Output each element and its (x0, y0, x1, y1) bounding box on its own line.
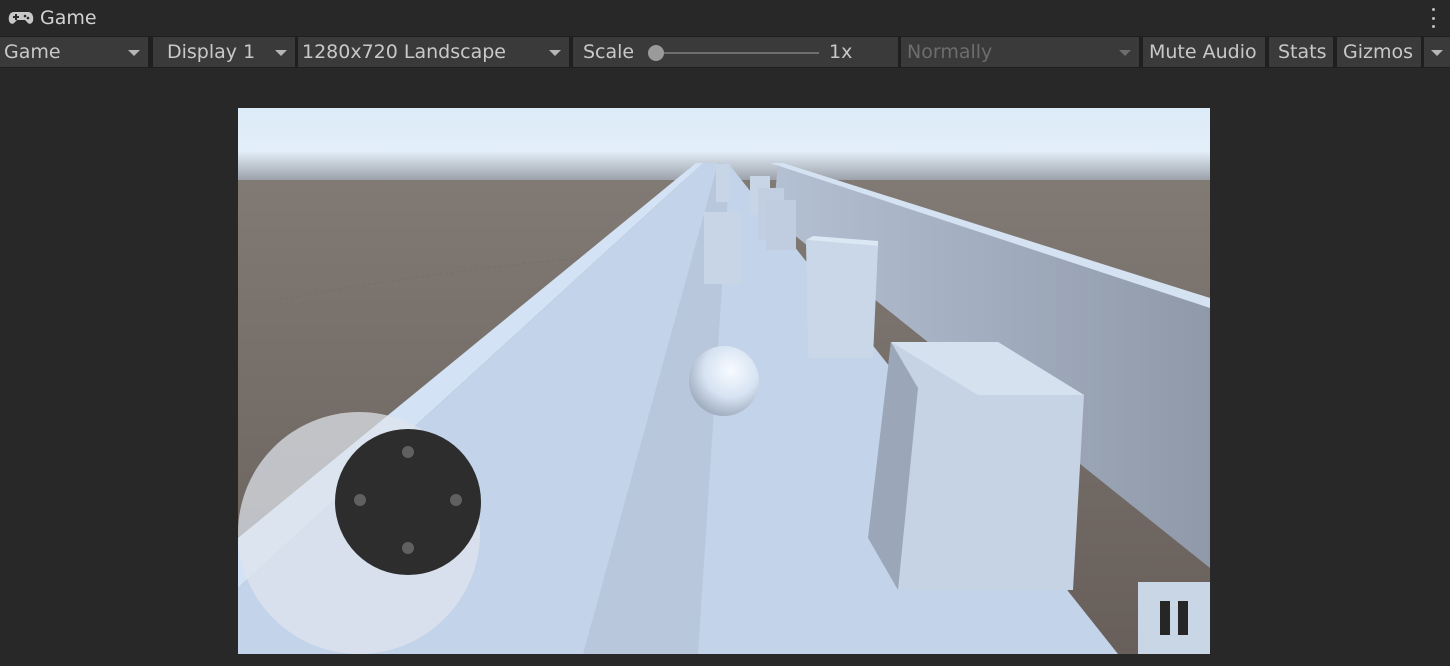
resolution-label: 1280x720 Landscape (302, 41, 506, 63)
more-options-icon[interactable] (1430, 8, 1436, 28)
chevron-down-icon (549, 50, 561, 56)
game-toolbar: Game Display 1 1280x720 Landscape Scale … (0, 36, 1450, 68)
tab-bar: Game (0, 0, 1450, 36)
stats-button[interactable]: Stats (1269, 37, 1333, 67)
gizmos-label: Gizmos (1343, 41, 1414, 63)
scale-control: Scale 1x (573, 37, 898, 67)
scale-label: Scale (583, 41, 635, 63)
chevron-down-icon (1431, 50, 1443, 56)
player-ball (689, 346, 759, 416)
scale-slider-thumb[interactable] (648, 45, 664, 61)
gizmos-dropdown[interactable] (1424, 37, 1450, 67)
chevron-down-icon (1119, 50, 1131, 56)
chevron-down-icon (128, 50, 140, 56)
scale-slider-track[interactable] (649, 52, 819, 54)
joystick-knob[interactable] (335, 429, 481, 575)
mute-audio-label: Mute Audio (1149, 41, 1257, 63)
joystick-dot-top (402, 446, 414, 458)
pause-icon (1178, 601, 1188, 635)
joystick-dot-right (450, 494, 462, 506)
stats-label: Stats (1278, 41, 1327, 63)
scale-value: 1x (829, 41, 853, 63)
display-dropdown[interactable]: Display 1 (153, 37, 295, 67)
display-label: Display 1 (167, 41, 256, 63)
view-mode-dropdown[interactable]: Game (0, 37, 148, 67)
joystick-dot-bottom (402, 542, 414, 554)
chevron-down-icon (275, 50, 287, 56)
pause-icon (1160, 601, 1170, 635)
gamepad-icon (8, 12, 34, 24)
game-viewport[interactable] (238, 108, 1210, 654)
tab-title-label: Game (40, 6, 97, 29)
play-mode-label: Normally (907, 41, 993, 63)
view-mode-label: Game (4, 41, 61, 63)
gizmos-button[interactable]: Gizmos (1337, 37, 1421, 67)
mute-audio-button[interactable]: Mute Audio (1143, 37, 1265, 67)
game-tab[interactable]: Game (8, 0, 97, 36)
joystick-dot-left (354, 494, 366, 506)
play-mode-dropdown[interactable]: Normally (901, 37, 1139, 67)
resolution-dropdown[interactable]: 1280x720 Landscape (298, 37, 569, 67)
pause-button[interactable] (1138, 582, 1210, 654)
